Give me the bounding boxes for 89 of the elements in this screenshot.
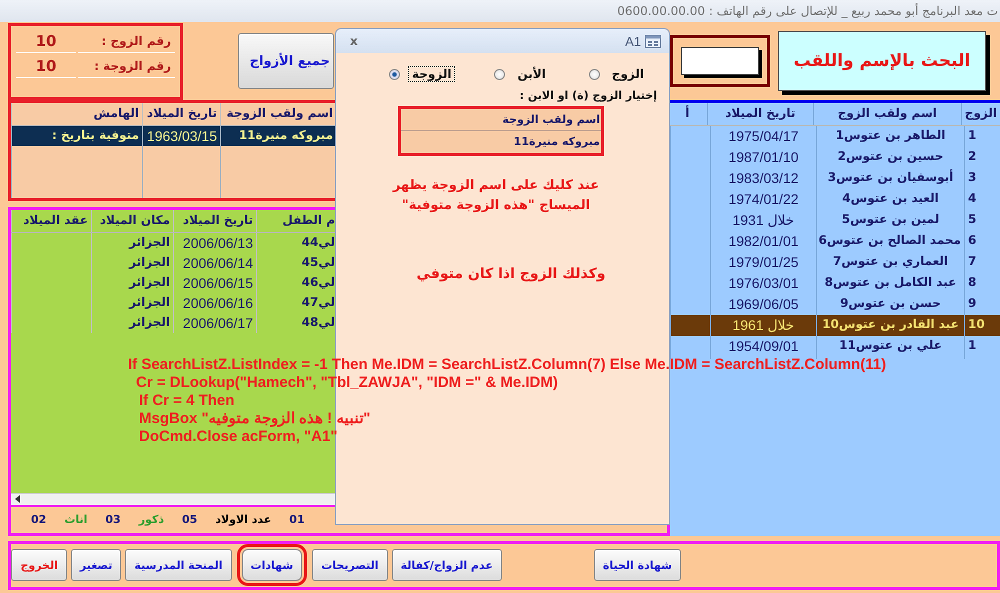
radio-label: الزوجة [408, 66, 456, 82]
table-cell: الجزائر [91, 313, 173, 333]
toolbar-button[interactable]: عدم الزواج/كفالة [392, 549, 502, 582]
column-header[interactable]: تاريخ الميلاد [706, 103, 813, 125]
toolbar-button[interactable]: تصغير [70, 549, 122, 582]
prompt-label: إختيار الزوج (ة) او الابن : [518, 88, 658, 102]
table-cell: 1979/01/25 [710, 252, 816, 275]
table-cell: الجزائر [91, 273, 173, 293]
table-cell: حسين بن عتوس2 [816, 147, 964, 170]
table-cell: 2006/06/16 [173, 293, 256, 313]
radio-indicator[interactable] [588, 68, 600, 80]
table-cell: 7 [964, 252, 1000, 275]
table-cell: لمين بن عتوس5 [816, 210, 964, 233]
table-cell: 10 [964, 315, 1000, 338]
toolbar-button[interactable]: التصريحات [312, 549, 388, 582]
count-text: اناث [64, 513, 88, 526]
table-cell: 2 [964, 147, 1000, 170]
table-cell: 1976/03/01 [710, 273, 816, 296]
table-cell: خلال 1961 [710, 315, 816, 338]
annotation-text: وكذلك الزوج اذا كان متوفي [416, 266, 606, 282]
toolbar-button[interactable]: شهادة الحياة [594, 549, 681, 582]
table-cell: أبوسفيان بن عتوس3 [816, 168, 964, 191]
form-icon [645, 34, 661, 48]
all-husbands-button[interactable]: جميع الأزواج [238, 33, 334, 89]
radio-option[interactable]: الزوج [586, 65, 651, 83]
radio-indicator[interactable] [389, 68, 400, 80]
close-button[interactable]: x [350, 34, 358, 48]
dialog-title: A1 [625, 34, 641, 48]
table-cell: 1 [964, 126, 1000, 149]
radio-indicator[interactable] [494, 68, 506, 80]
table-cell: الجزائر [91, 293, 173, 313]
toolbar-button[interactable]: الخروج [11, 549, 67, 582]
table-cell: 1954/09/01 [710, 336, 816, 359]
annotation-text: عند كليك على اسم الزوجة يظهر الميساج "هذه الزوجة متوفية" [391, 177, 600, 215]
search-field[interactable] [681, 47, 759, 75]
window-title: ت معد البرنامج أبو محمد ربيع _ للإتصال على رقم الهاتف : 0600.00.00.00 [617, 4, 999, 18]
table-cell: 1963/03/15 [142, 126, 220, 146]
count-text: 02 [31, 513, 46, 526]
table-cell: عبد الكامل بن عتوس8 [816, 273, 964, 296]
table-cell: 2006/06/13 [173, 233, 256, 253]
left-arrow-icon[interactable] [15, 495, 21, 504]
radio-label: الزوج [610, 66, 645, 82]
table-cell: عبد القادر بن عتوس10 [816, 315, 964, 338]
radio-option[interactable]: الأبن [491, 65, 553, 83]
column-header[interactable]: تاريخ الميلاد [142, 103, 220, 125]
table-cell: خلال 1931 [710, 210, 816, 233]
number-label: رقم الزوج : [78, 30, 175, 53]
column-header[interactable]: عقد الميلاد [11, 210, 91, 232]
table-cell: محمد الصالح بن عتوس6 [816, 231, 964, 254]
table-cell: 1983/03/12 [710, 168, 816, 191]
table-cell: 2006/06/15 [173, 273, 256, 293]
column-header[interactable]: تاريخ الميلاد [173, 210, 256, 232]
table-cell: الجزائر [91, 253, 173, 273]
table-cell: 2006/06/17 [173, 313, 256, 333]
radio-label: الأبن [516, 66, 547, 82]
count-text: عدد الاولاد [215, 513, 272, 526]
table-cell: العيد بن عتوس4 [816, 189, 964, 212]
column-header[interactable]: اسم ولقب الزوجة [401, 109, 601, 131]
table-cell: 4 [964, 189, 1000, 212]
table-cell: 2006/06/14 [173, 253, 256, 273]
column-header[interactable]: الزوج [960, 103, 1000, 125]
column-header[interactable]: الهامش [11, 103, 142, 125]
table-cell: 1974/01/22 [710, 189, 816, 212]
table-cell: 6 [964, 231, 1000, 254]
table-cell: 5 [964, 210, 1000, 233]
table-cell: متوفية بتاريخ : [11, 126, 142, 146]
table-cell: علي بن عتوس11 [816, 336, 964, 359]
number-value: 10 [16, 30, 76, 53]
column-header[interactable]: مكان الميلاد [91, 210, 173, 232]
count-text: 03 [105, 513, 121, 526]
list-row[interactable]: مبروكه منيرة11 [401, 131, 601, 152]
table-cell: 8 [964, 273, 1000, 296]
toolbar-button[interactable]: المنحة المدرسية [125, 549, 232, 582]
radio-option[interactable]: الزوجة [386, 65, 458, 83]
number-value: 10 [16, 55, 76, 78]
table-cell: الطاهر بن عتوس1 [816, 126, 964, 149]
count-text: 05 [182, 513, 198, 526]
code-line: If Cr = 4 Then [138, 392, 236, 410]
table-cell: 1982/01/01 [710, 231, 816, 254]
column-header[interactable]: اسم ولقب الزوج [812, 103, 961, 125]
table-cell: 1975/04/17 [710, 126, 816, 149]
table-cell: الجزائر [91, 233, 173, 253]
count-text: 01 [289, 513, 305, 526]
table-cell: العماري بن عتوس7 [816, 252, 964, 275]
number-label: رقم الزوجة : [78, 55, 175, 78]
count-text: ذكور [138, 513, 164, 526]
table-cell: 1987/01/10 [710, 147, 816, 170]
table-cell: 3 [964, 168, 1000, 191]
table-cell: 1 [964, 336, 1000, 359]
